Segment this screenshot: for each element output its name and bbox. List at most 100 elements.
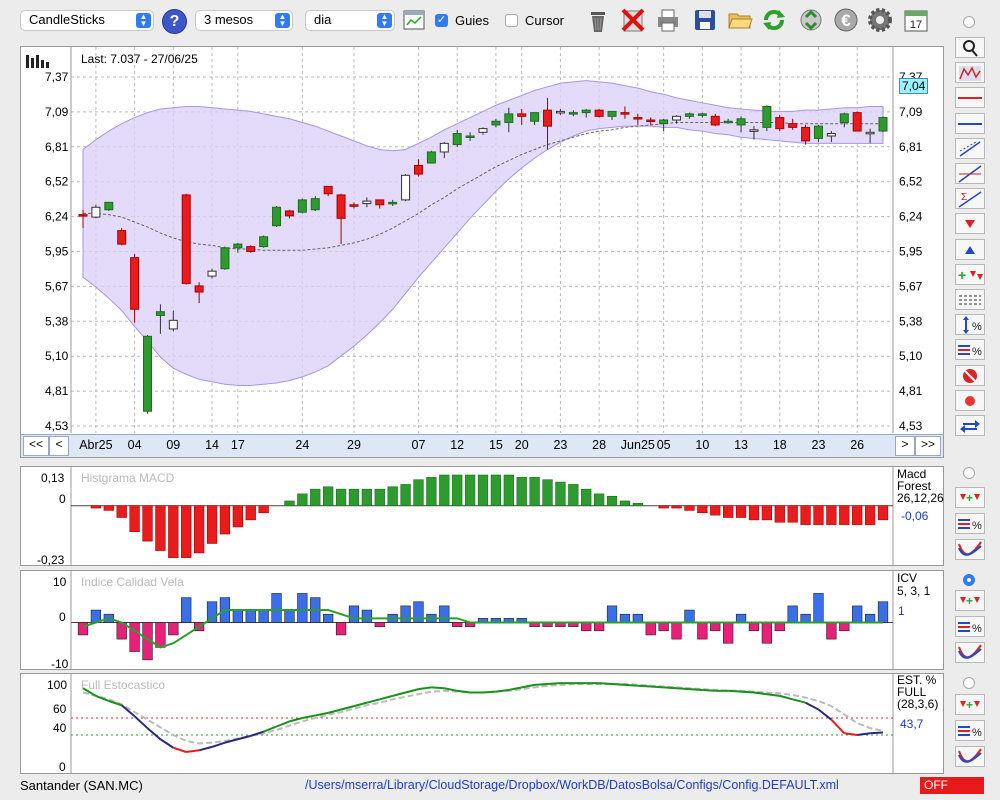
prev-page-button[interactable]: < [49,436,69,456]
arrow-down-icon[interactable] [955,213,985,235]
stochastic-radio[interactable] [963,677,975,689]
y-tick-label-left: 5,95 [45,245,69,259]
next-page-button[interactable]: > [895,436,915,456]
arrow-up-icon[interactable] [955,238,985,260]
cursor-checkbox[interactable] [505,14,518,27]
stochastic-k-segment [676,687,690,691]
horizontal-percent-icon[interactable]: % [955,616,985,637]
stochastic-k-segment [198,745,213,752]
stochastic-k-segment [534,683,548,686]
macd-bar [310,488,321,506]
candlestick-chart[interactable]: 7,37 7,377,09 7,096,81 6,816,52 6,526,24 6,24… [21,47,943,457]
grid-lines-icon[interactable] [955,289,985,310]
toolbar: CandleSticks ▲ ▼ ? 3 mesos ▲ ▼ dia ▲ ▼ ✓ Gu… [0,0,1000,44]
first-page-button[interactable]: << [23,436,49,456]
horizontal-percent-icon[interactable]: % [955,513,985,534]
chevron-updown-icon: ▲ ▼ [377,13,392,28]
icv-bar [581,622,592,632]
stoch-tick-60: 60 [53,702,67,716]
icv-bar [400,605,411,623]
macd-bar [826,505,837,525]
interval-select[interactable]: dia ▲ ▼ [305,10,395,31]
chart-window-icon[interactable] [403,10,425,30]
buy-sell-icon[interactable]: + [955,263,985,285]
config-path-link[interactable]: /Users/mserra/Library/CloudStorage/Dropb… [305,778,839,792]
candle [465,135,475,138]
buy-sell-icon[interactable]: + [955,487,985,508]
icv-radio[interactable] [963,574,975,586]
macd-bar [671,505,682,509]
trash-icon[interactable] [584,6,612,34]
candle [710,115,720,126]
candle [181,194,191,284]
x-axis-label: 05 [656,438,671,452]
trend-line-icon[interactable] [955,137,985,159]
candle [543,109,553,127]
icv-bar [168,622,179,636]
stochastic-k-segment [340,705,355,711]
curve-icon[interactable] [955,746,985,767]
candle [517,113,527,117]
x-axis-label: 23 [811,438,826,452]
indicator-chart-icon[interactable] [955,62,985,84]
candle [478,128,488,133]
horizontal-red-line-icon[interactable] [955,87,985,109]
calendar-icon[interactable]: 17 [902,6,930,34]
zoom-icon[interactable] [955,37,985,58]
delete-icon[interactable] [619,6,647,34]
help-button[interactable]: ? [162,9,187,34]
curve-icon[interactable] [955,539,985,560]
buy-sell-icon[interactable]: + [955,694,985,715]
save-icon[interactable] [691,6,719,34]
horizontal-percent-icon[interactable]: % [955,720,985,741]
chart-type-select[interactable]: CandleSticks ▲ ▼ [20,10,154,31]
curve-icon[interactable] [955,642,985,663]
guides-checkbox[interactable]: ✓ [435,14,448,27]
icv-bar [348,605,360,623]
swap-icon[interactable] [955,415,985,436]
icv-legend: ICV 5, 3, 1 [897,572,930,598]
macd-bar [464,474,476,506]
macd-bar [581,488,592,506]
icv-bar [129,622,140,652]
download-icon[interactable] [797,6,825,34]
x-axis-label: 17 [230,438,245,452]
y-tick-label-left: 7,37 [45,70,69,84]
icv-bar [606,605,618,623]
candle [78,214,88,217]
vertical-percent-icon[interactable]: % [955,314,985,336]
record-icon[interactable] [955,389,985,411]
open-folder-icon[interactable] [726,6,754,34]
macd-radio[interactable] [963,467,975,479]
settings-icon[interactable] [866,6,894,34]
main-chart-radio[interactable] [963,16,975,28]
macd-bar [297,493,308,506]
status-badge[interactable]: OFF [920,777,984,794]
x-axis-label: 23 [553,438,568,452]
icv-bar [864,613,876,623]
bar-chart-icon[interactable] [25,53,53,72]
euro-icon[interactable]: € [832,6,860,34]
macd-bar [374,488,385,506]
last-page-button[interactable]: >> [915,436,941,456]
period-select[interactable]: 3 mesos ▲ ▼ [195,10,293,31]
candle [155,311,165,316]
macd-bar [142,505,153,542]
stochastic-k-segment [121,704,136,718]
icv-bar [671,622,682,640]
candle [323,185,333,195]
x-axis-label: 24 [295,438,310,452]
macd-bar [632,503,643,506]
icv-bar [723,622,734,644]
sigma-line-icon[interactable]: Σ [955,188,985,210]
buy-sell-icon[interactable]: + [955,590,985,611]
candle [878,117,888,132]
horizontal-blue-line-icon[interactable] [955,112,985,134]
refresh-icon[interactable] [760,6,788,34]
candle [568,112,578,115]
stop-icon[interactable] [955,364,985,386]
fibonacci-line-icon[interactable] [955,163,985,184]
print-icon[interactable] [654,6,682,34]
candle [813,125,823,139]
horizontal-percent-icon[interactable]: % [955,339,985,361]
